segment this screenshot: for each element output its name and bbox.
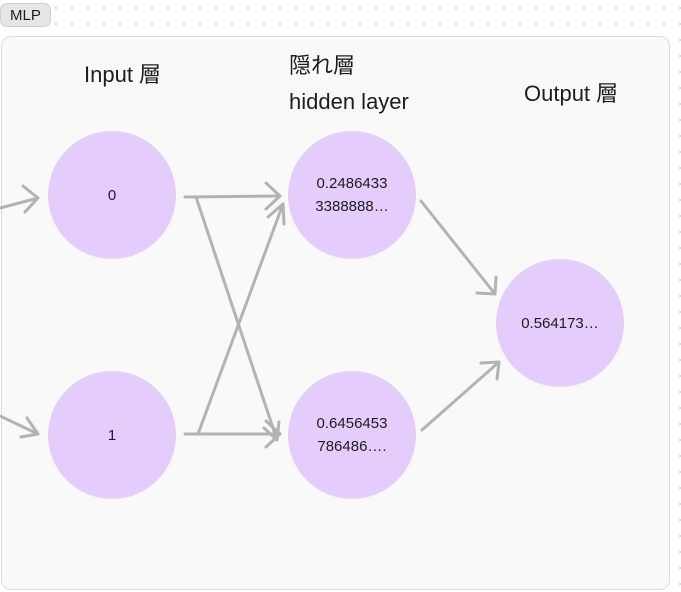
hidden-layer-label-ja: 隠れ層 [289, 53, 356, 78]
hidden-layer-label-en: hidden layer [289, 89, 409, 114]
output-layer-label: Output 層 [524, 81, 619, 106]
hidden-node-1-value: 0.6456453 786486…. [316, 415, 388, 455]
hidden-node-1[interactable]: 0.6456453 786486…. [288, 371, 416, 499]
input-layer-label: Input 層 [84, 62, 162, 87]
arrow-hidden1-output [420, 360, 501, 432]
output-node-0[interactable]: 0.564173… [496, 259, 624, 387]
output-node-0-value: 0.564173… [521, 314, 599, 332]
input-node-0-value: 0 [107, 186, 117, 204]
input-node-1-value: 1 [107, 426, 117, 444]
hidden-node-0[interactable]: 0.2486433 3388888… [288, 131, 416, 259]
arrow-input0-hidden0 [183, 194, 282, 199]
hidden-node-0-value: 0.2486433 3388888… [315, 175, 389, 215]
input-node-1[interactable]: 1 [48, 371, 176, 499]
arrow-hidden0-output [419, 199, 497, 296]
input-node-0[interactable]: 0 [48, 131, 176, 259]
